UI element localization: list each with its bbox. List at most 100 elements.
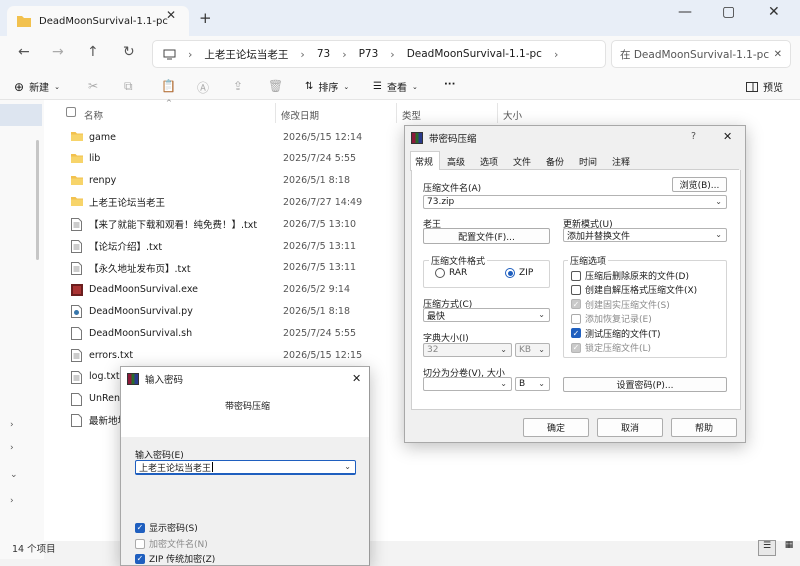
column-date[interactable]: 修改日期 — [281, 108, 319, 122]
tab-comment[interactable]: 注释 — [612, 155, 630, 168]
file-row[interactable]: DeadMoonSurvival.py 2026/5/1 8:18 — [60, 300, 390, 322]
breadcrumb-2[interactable]: 73 — [317, 48, 330, 60]
file-name: 【来了就能下载和观看！纯免费！】.txt — [89, 220, 258, 232]
file-date: 2026/5/15 12:15 — [283, 349, 363, 361]
select-all-checkbox[interactable] — [66, 107, 76, 117]
dictionary-size-select[interactable]: 32 ⌄ — [423, 343, 512, 357]
new-tab-button[interactable]: + — [199, 9, 212, 27]
radio-dot — [507, 270, 513, 276]
archive-option-checkbox[interactable]: 添加恢复记录(E) — [571, 312, 652, 325]
file-date: 2025/7/24 5:55 — [283, 327, 357, 339]
archive-option-checkbox[interactable]: ✓ 测试压缩的文件(T) — [571, 327, 661, 340]
format-rar-radio[interactable]: RAR — [435, 268, 467, 278]
refresh-icon[interactable]: ↻ — [123, 44, 135, 60]
file-row[interactable]: DeadMoonSurvival.sh 2025/7/24 5:55 — [60, 322, 390, 344]
update-mode-select[interactable]: 添加并替换文件 ⌄ — [563, 228, 727, 242]
preview-label: 预览 — [763, 83, 783, 94]
profiles-button[interactable]: 配置文件(F)... — [423, 228, 550, 244]
copy-icon[interactable]: ⧉ — [124, 79, 133, 94]
column-divider[interactable] — [497, 103, 498, 123]
chevron-right-icon[interactable]: › — [10, 443, 14, 453]
details-view-button[interactable]: ☰ — [758, 540, 776, 556]
view-label: 查看 — [386, 83, 407, 94]
tiles-view-button[interactable]: ▦ — [780, 540, 798, 556]
address-bar[interactable]: › 上老王论坛当老王 › 73 › P73 › DeadMoonSurvival… — [152, 40, 606, 68]
file-row[interactable]: DeadMoonSurvival.exe 2026/5/2 9:14 — [60, 279, 390, 301]
close-window-icon[interactable]: ✕ — [768, 4, 780, 20]
more-options-button[interactable]: ··· — [444, 79, 455, 90]
split-unit-select[interactable]: B ⌄ — [515, 377, 550, 391]
breadcrumb-4[interactable]: DeadMoonSurvival-1.1-pc — [407, 48, 542, 60]
method-select[interactable]: 最快 ⌄ — [423, 308, 550, 322]
preview-button[interactable]: 预览 — [746, 79, 783, 94]
split-size-input[interactable]: ⌄ — [423, 377, 512, 391]
archive-option-label: 压缩后删除原来的文件(D) — [585, 272, 689, 282]
close-tab-icon[interactable]: ✕ — [166, 8, 176, 22]
up-icon[interactable]: ↑ — [87, 44, 99, 60]
tab-advanced[interactable]: 高级 — [447, 155, 465, 168]
file-row[interactable]: 上老王论坛当老王 2026/7/27 14:49 — [60, 191, 390, 213]
back-icon[interactable]: ← — [18, 44, 30, 60]
help-question-icon[interactable]: ? — [691, 131, 696, 142]
browse-button[interactable]: 浏览(B)... — [672, 177, 727, 192]
column-type[interactable]: 类型 — [402, 108, 421, 122]
chevron-down-icon: ⌄ — [54, 82, 60, 91]
format-zip-radio[interactable]: ZIP — [505, 268, 533, 278]
tab-backup[interactable]: 备份 — [546, 155, 564, 168]
view-button[interactable]: ☰ 查看 ⌄ — [373, 79, 418, 94]
forward-icon[interactable]: → — [52, 44, 64, 60]
file-date: 2026/5/15 12:14 — [283, 131, 363, 143]
archive-name-input[interactable]: 73.zip ⌄ — [423, 195, 727, 209]
scrollbar[interactable] — [36, 140, 39, 260]
ok-button[interactable]: 确定 — [523, 418, 589, 437]
set-password-button[interactable]: 设置密码(P)... — [563, 377, 727, 392]
encrypt-names-checkbox[interactable]: 加密文件名(N) — [135, 537, 208, 550]
cut-icon[interactable]: ✂ — [88, 79, 98, 93]
tab-general[interactable]: 常规 — [415, 155, 433, 168]
breadcrumb-1[interactable]: 上老王论坛当老王 — [204, 47, 288, 62]
file-row[interactable]: errors.txt 2026/5/15 12:15 — [60, 344, 390, 366]
tab-files[interactable]: 文件 — [513, 155, 531, 168]
search-input[interactable]: 在 DeadMoonSurvival-1.1-pc ✕ — [611, 40, 791, 68]
help-button[interactable]: 帮助 — [671, 418, 737, 437]
explorer-tab[interactable]: DeadMoonSurvival-1.1-pc — [7, 6, 189, 36]
tab-options[interactable]: 选项 — [480, 155, 498, 168]
share-icon[interactable]: ⇪ — [233, 79, 243, 93]
file-row[interactable]: renpy 2026/5/1 8:18 — [60, 170, 390, 192]
tab-time[interactable]: 时间 — [579, 155, 597, 168]
file-row[interactable]: 【永久地址发布页】.txt 2026/7/5 13:11 — [60, 257, 390, 279]
checkbox-disabled — [135, 538, 145, 549]
column-name[interactable]: 名称 — [84, 108, 103, 122]
sort-button[interactable]: ⇅ 排序 ⌄ — [305, 79, 349, 94]
rename-icon[interactable]: Ⓐ — [197, 79, 209, 96]
delete-icon[interactable]: 🗑 — [268, 79, 283, 93]
close-icon[interactable]: ✕ — [352, 372, 361, 385]
column-divider[interactable] — [275, 103, 276, 123]
archive-option-checkbox[interactable]: ✓ 创建固实压缩文件(S) — [571, 298, 670, 311]
archive-option-checkbox[interactable]: ✓ 锁定压缩文件(L) — [571, 341, 651, 354]
maximize-icon[interactable]: ▢ — [722, 4, 735, 20]
show-password-checkbox[interactable]: ✓ 显示密码(S) — [135, 521, 198, 534]
paste-icon[interactable]: 📋 — [161, 79, 176, 93]
chevron-right-icon[interactable]: › — [10, 496, 14, 506]
archive-option-checkbox[interactable]: 创建自解压格式压缩文件(X) — [571, 283, 697, 296]
file-row[interactable]: 【论坛介绍】.txt 2026/7/5 13:11 — [60, 235, 390, 257]
new-button[interactable]: ⊕ 新建 ⌄ — [14, 79, 60, 95]
column-size[interactable]: 大小 — [503, 108, 522, 122]
archive-name-value: 73.zip — [427, 197, 455, 207]
cancel-button[interactable]: 取消 — [597, 418, 663, 437]
close-icon[interactable]: ✕ — [723, 130, 732, 143]
file-row[interactable]: 【来了就能下载和观看！纯免费！】.txt 2026/7/5 13:10 — [60, 213, 390, 235]
selected-nav-item[interactable] — [0, 104, 42, 126]
file-row[interactable]: game 2026/5/15 12:14 — [60, 126, 390, 148]
breadcrumb-3[interactable]: P73 — [359, 48, 379, 60]
column-divider[interactable] — [396, 103, 397, 123]
archive-option-checkbox[interactable]: 压缩后删除原来的文件(D) — [571, 269, 689, 282]
file-row[interactable]: lib 2025/7/24 5:55 — [60, 148, 390, 170]
chevron-down-icon[interactable]: ⌄ — [10, 470, 18, 480]
password-input[interactable]: 上老王论坛当老王 ⌄ — [135, 460, 356, 475]
minimize-icon[interactable]: — — [678, 4, 692, 20]
chevron-right-icon[interactable]: › — [10, 420, 14, 430]
close-icon[interactable]: ✕ — [774, 49, 782, 60]
dictionary-unit-select[interactable]: KB ⌄ — [515, 343, 550, 357]
